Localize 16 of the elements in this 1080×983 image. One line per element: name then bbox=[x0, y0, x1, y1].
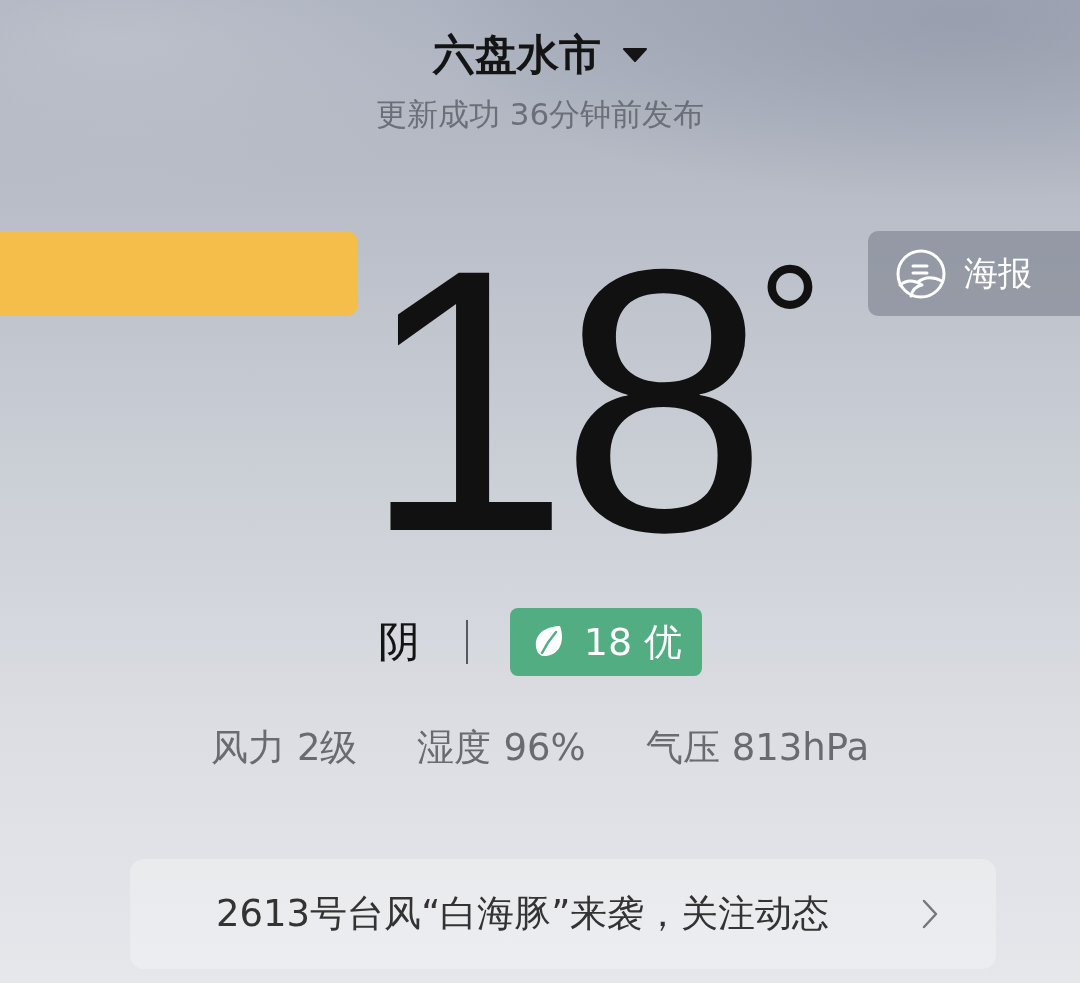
banner-tab[interactable] bbox=[0, 231, 358, 316]
update-status: 更新成功 36分钟前发布 bbox=[375, 95, 705, 134]
stat-label: 湿度 bbox=[417, 725, 492, 771]
city-selector[interactable]: 六盘水市 bbox=[433, 28, 647, 82]
alert-bar[interactable]: 2613号台风“白海豚”来袭，关注动态 bbox=[130, 859, 996, 969]
stat-label: 气压 bbox=[645, 725, 720, 771]
stat-value: 813hPa bbox=[731, 725, 870, 771]
stat-label: 风力 bbox=[210, 725, 285, 771]
degree-sign: ° bbox=[758, 257, 822, 385]
chevron-right-icon bbox=[922, 899, 938, 929]
weather-condition: 阴 bbox=[377, 621, 420, 663]
stat-value: 96% bbox=[503, 725, 586, 771]
temperature-value: 18 bbox=[362, 213, 758, 587]
caret-icon bbox=[623, 48, 647, 62]
poster-icon bbox=[896, 248, 946, 299]
stat-value: 2级 bbox=[296, 725, 358, 771]
